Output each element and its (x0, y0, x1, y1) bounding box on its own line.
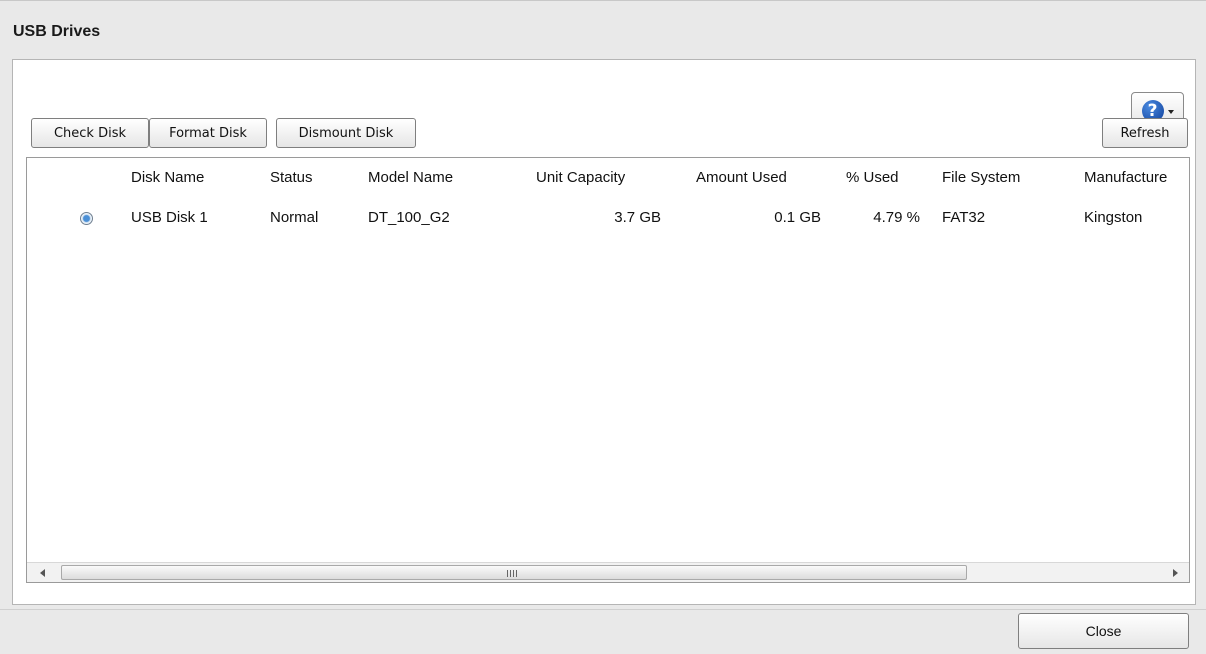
usb-drives-dialog: USB Drives ? Check Disk Format Disk Dism… (0, 0, 1206, 654)
usb-drives-table: Disk Name Status Model Name Unit Capacit… (26, 157, 1190, 583)
scroll-right-button[interactable] (1164, 563, 1186, 582)
close-button[interactable]: Close (1018, 613, 1189, 649)
scrollbar-thumb[interactable] (61, 565, 967, 580)
manufacturer-cell: Kingston (1084, 209, 1143, 226)
column-header-percent-used[interactable]: % Used (846, 158, 899, 198)
format-disk-button[interactable]: Format Disk (149, 118, 267, 148)
table-header: Disk Name Status Model Name Unit Capacit… (27, 158, 1189, 198)
column-header-manufacturer[interactable]: Manufacture (1084, 158, 1189, 198)
content-panel: ? Check Disk Format Disk Dismount Disk R… (12, 59, 1196, 605)
footer-divider (0, 609, 1206, 610)
disk-name-cell: USB Disk 1 (131, 209, 208, 226)
refresh-button[interactable]: Refresh (1102, 118, 1188, 148)
column-header-file-system[interactable]: File System (942, 158, 1020, 198)
column-header-unit-capacity[interactable]: Unit Capacity (536, 158, 625, 198)
dismount-disk-button[interactable]: Dismount Disk (276, 118, 416, 148)
chevron-down-icon (1167, 110, 1174, 114)
arrow-right-icon (1172, 569, 1178, 577)
model-name-cell: DT_100_G2 (368, 209, 450, 226)
column-header-model-name[interactable]: Model Name (368, 158, 453, 198)
column-header-amount-used[interactable]: Amount Used (696, 158, 787, 198)
file-system-cell: FAT32 (942, 209, 986, 226)
dialog-title: USB Drives (13, 23, 101, 40)
percent-used-cell: 4.79 % (873, 209, 920, 226)
column-header-status[interactable]: Status (270, 158, 313, 198)
check-disk-button[interactable]: Check Disk (31, 118, 149, 148)
grip-icon (507, 570, 517, 577)
row-select-radio[interactable] (80, 212, 93, 225)
table-row[interactable]: USB Disk 1 Normal DT_100_G2 3.7 GB 0.1 G… (27, 198, 1189, 238)
horizontal-scrollbar[interactable] (27, 562, 1189, 582)
unit-capacity-cell: 3.7 GB (614, 209, 661, 226)
arrow-left-icon (39, 569, 45, 577)
amount-used-cell: 0.1 GB (774, 209, 821, 226)
scroll-left-button[interactable] (31, 563, 53, 582)
column-header-disk-name[interactable]: Disk Name (131, 158, 204, 198)
status-cell: Normal (270, 209, 319, 226)
